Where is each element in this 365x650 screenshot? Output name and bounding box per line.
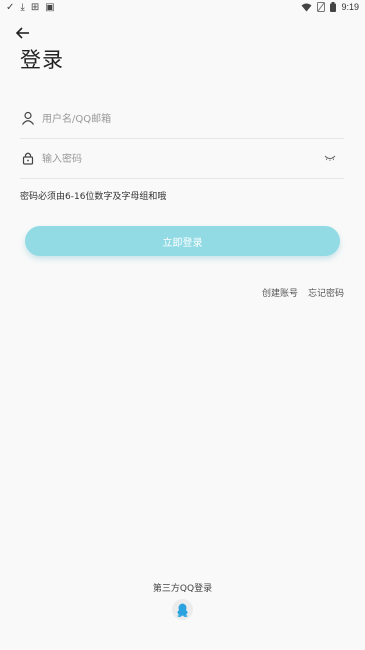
forgot-password-link[interactable]: 忘记密码 [308, 286, 344, 299]
sim-icon [317, 2, 326, 12]
eye-closed-icon[interactable] [324, 154, 336, 162]
password-field[interactable] [20, 140, 344, 179]
password-input[interactable] [40, 148, 324, 170]
notification-icon: ▣ [45, 2, 55, 13]
download-icon: ⤓ [20, 2, 25, 13]
login-button[interactable]: 立即登录 [25, 226, 340, 256]
lock-icon [22, 152, 34, 165]
third-party-login-label: 第三方QQ登录 [152, 584, 213, 594]
battery-icon [330, 2, 337, 12]
check-icon: ✓ [6, 2, 15, 13]
account-links: 创建账号 忘记密码 [262, 286, 344, 299]
back-button[interactable] [14, 24, 32, 42]
app-icon: ⊞ [30, 2, 40, 13]
qq-penguin-icon [177, 603, 188, 617]
wifi-icon [301, 3, 312, 11]
username-field[interactable] [20, 100, 344, 139]
user-icon [22, 111, 34, 125]
password-hint: 密码必须由6-16位数字及字母组和哦 [20, 192, 167, 202]
arrow-left-icon [15, 27, 29, 39]
status-time: 9:19 [341, 2, 359, 12]
page-title: 登录 [20, 48, 64, 72]
status-bar: ✓ ⤓ ⊞ ▣ 9:19 [0, 0, 365, 16]
username-input[interactable] [40, 108, 324, 130]
qq-login-button[interactable] [172, 599, 193, 620]
create-account-link[interactable]: 创建账号 [262, 286, 298, 299]
